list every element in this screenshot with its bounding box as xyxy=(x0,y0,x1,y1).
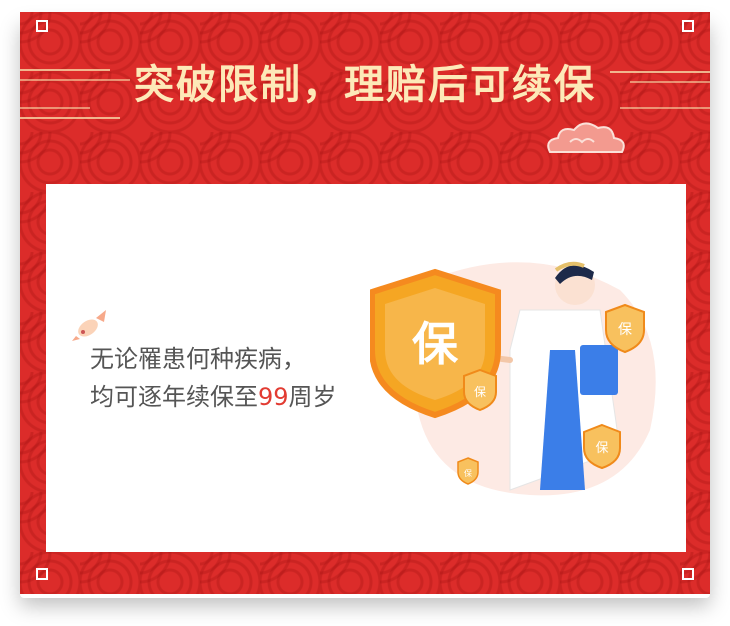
line2-prefix: 均可逐年续保至 xyxy=(90,383,258,411)
page-title: 突破限制，理赔后可续保 xyxy=(134,62,596,108)
corner-marker-bottom-left xyxy=(36,568,48,580)
small-shield-icon-4: 保 xyxy=(457,457,479,485)
svg-text:保: 保 xyxy=(595,441,608,456)
svg-text:保: 保 xyxy=(474,385,486,399)
doctor-shield-illustration: 保 保 保 保 保 xyxy=(370,261,656,496)
description-line-2: 均可逐年续保至99周岁 xyxy=(90,378,337,416)
corner-marker-top-right xyxy=(682,20,694,32)
corner-marker-top-left xyxy=(36,20,48,32)
description: 无论罹患何种疾病， 均可逐年续保至99周岁 xyxy=(90,340,337,416)
page: 突破限制，理赔后可续保 无论罹患何种疾病， 均可逐年续保至99周岁 保 保 保 … xyxy=(0,0,730,626)
age-highlight: 99 xyxy=(258,383,289,411)
corner-marker-bottom-right xyxy=(682,568,694,580)
line2-suffix: 周岁 xyxy=(288,383,337,411)
small-shield-icon-3: 保 xyxy=(583,423,621,470)
koi-fish-icon xyxy=(72,310,106,341)
svg-text:保: 保 xyxy=(412,317,459,371)
small-shield-icon-1: 保 xyxy=(463,368,497,412)
description-line-1: 无论罹患何种疾病， xyxy=(90,345,306,373)
cloud-icon xyxy=(547,122,625,153)
small-shield-icon-2: 保 xyxy=(605,303,645,354)
svg-text:保: 保 xyxy=(618,322,632,338)
svg-text:保: 保 xyxy=(464,468,472,478)
